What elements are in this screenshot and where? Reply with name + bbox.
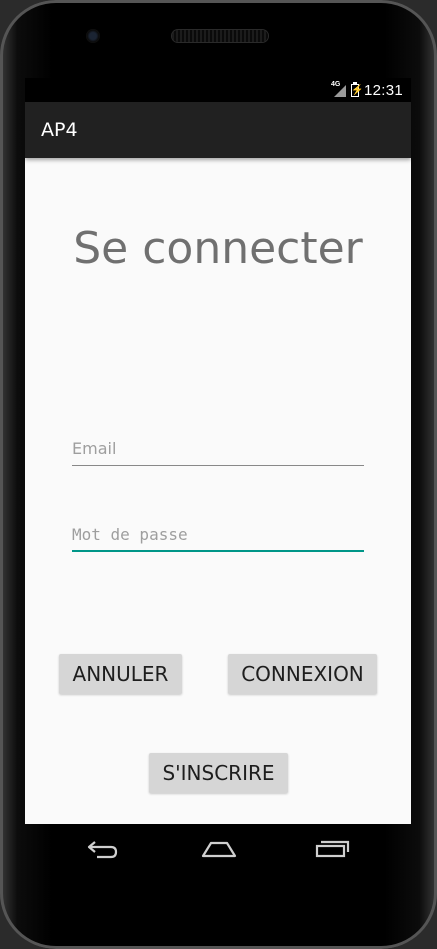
page-title: Se connecter [73,223,363,274]
battery-icon: ⚡ [350,81,364,97]
status-bar: 4G ⚡ 12:31 [25,78,411,102]
signup-button[interactable]: S'INSCRIRE [149,753,288,793]
screen: 4G ⚡ 12:31 AP4 Se connecter ANNULER CONN… [25,78,411,824]
earpiece-speaker [172,30,268,42]
email-underline [72,465,364,466]
signal-icon: 4G [331,81,346,97]
email-field[interactable] [72,432,364,466]
password-input[interactable] [72,518,364,550]
password-underline [72,550,364,552]
app-bar: AP4 [25,102,411,158]
email-input[interactable] [72,432,364,464]
app-title: AP4 [41,119,78,141]
navigation-bar [25,824,411,876]
front-camera [86,29,100,43]
cancel-button[interactable]: ANNULER [59,654,182,694]
clock: 12:31 [363,81,403,99]
password-field[interactable] [72,518,364,552]
recents-icon[interactable] [314,834,350,864]
home-icon[interactable] [199,834,237,864]
connect-button[interactable]: CONNEXION [228,654,377,694]
device-frame: 4G ⚡ 12:31 AP4 Se connecter ANNULER CONN… [0,0,437,949]
status-icons: 4G ⚡ 12:31 [331,78,403,102]
back-icon[interactable] [85,834,121,864]
